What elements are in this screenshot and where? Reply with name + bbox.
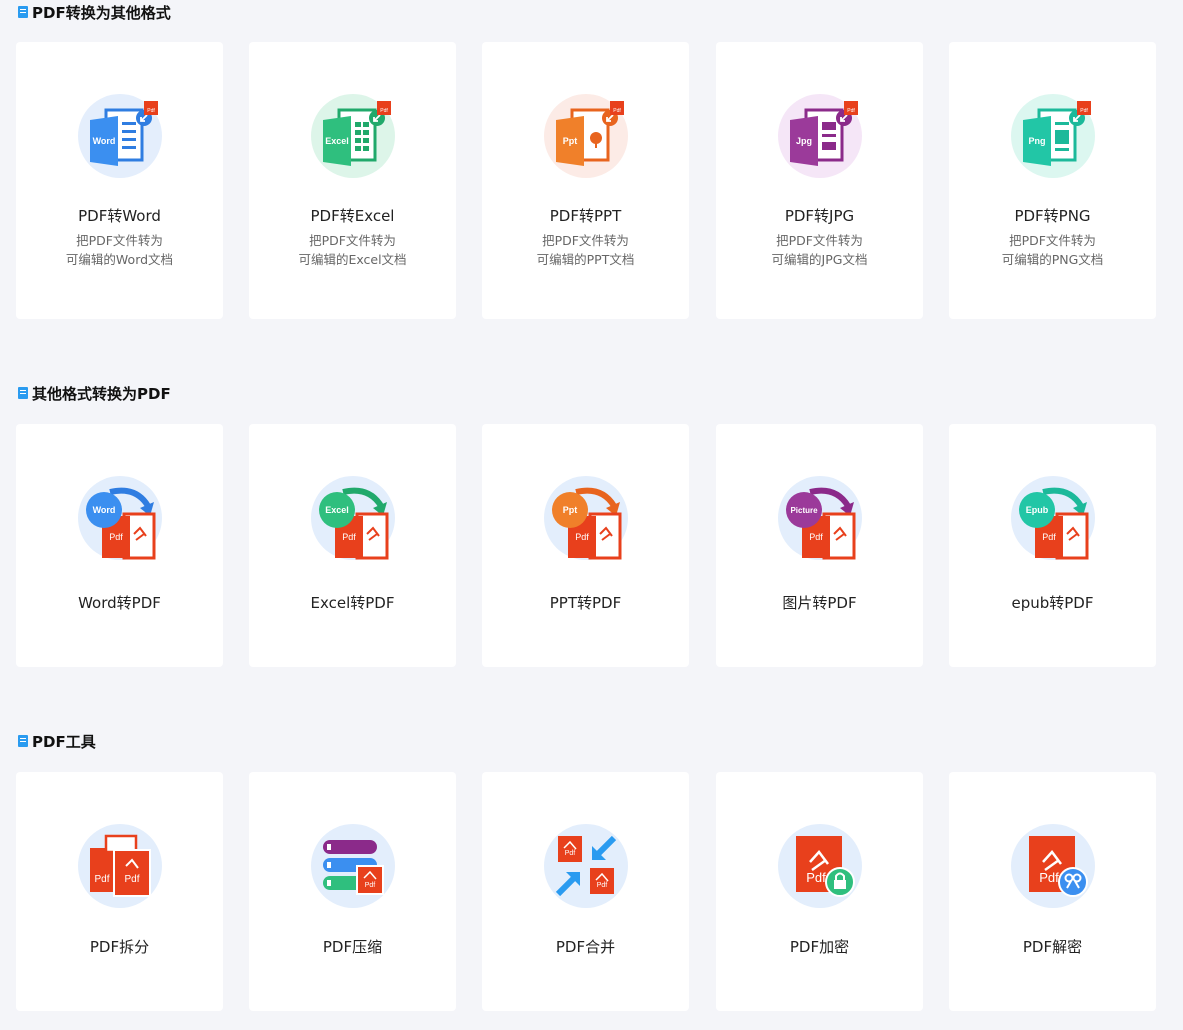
card-pdf-to-ppt[interactable]: Ppt Pdf PDF转PPT 把PDF文件转为 可编辑的PPT文档 <box>482 42 689 319</box>
card-name: PDF转Word <box>78 207 161 225</box>
svg-text:Pdf: Pdf <box>380 108 388 114</box>
card-pdf-split[interactable]: Pdf Pdf PDF拆分 <box>16 772 223 1011</box>
svg-text:Pdf: Pdf <box>1042 532 1056 542</box>
card-name: PDF转PPT <box>549 207 622 225</box>
card-desc: 把PDF文件转为 可编辑的Word文档 <box>65 233 174 267</box>
pdf-to-ppt-icon: Ppt Pdf <box>542 92 630 180</box>
card-name: PDF转JPG <box>784 207 855 225</box>
card-ppt-to-pdf[interactable]: Pdf Ppt PPT转PDF <box>482 424 689 667</box>
card-pdf-to-png[interactable]: Png Pdf PDF转PNG 把PDF文件转为 可编辑的PNG文档 <box>949 42 1156 319</box>
svg-text:Pdf: Pdf <box>109 532 123 542</box>
compress-icon: Pdf <box>309 822 397 910</box>
card-name: Excel转PDF <box>310 594 395 612</box>
epub-to-pdf-icon: Pdf Epub <box>1009 474 1097 562</box>
card-name: Word转PDF <box>78 594 161 612</box>
svg-text:Pdf: Pdf <box>847 108 855 114</box>
card-name: 图片转PDF <box>782 594 857 612</box>
svg-text:Pdf: Pdf <box>597 882 608 889</box>
svg-text:Pdf: Pdf <box>342 532 356 542</box>
svg-text:Ppt: Ppt <box>563 505 578 515</box>
card-name: PDF转PNG <box>1014 207 1091 225</box>
section-title: PDF工具 <box>18 730 96 752</box>
svg-text:Pdf: Pdf <box>147 108 155 114</box>
svg-text:Picture: Picture <box>790 506 818 515</box>
svg-text:Pdf: Pdf <box>1039 870 1059 885</box>
svg-text:Pdf: Pdf <box>365 882 376 889</box>
excel-to-pdf-icon: Pdf Excel <box>309 474 397 562</box>
card-pdf-compress[interactable]: Pdf PDF压缩 <box>249 772 456 1011</box>
card-desc: 把PDF文件转为 可编辑的PPT文档 <box>536 233 635 267</box>
badge-text: Word <box>93 136 116 146</box>
card-epub-to-pdf[interactable]: Pdf Epub epub转PDF <box>949 424 1156 667</box>
pdf-to-excel-icon: Excel Pdf <box>309 92 397 180</box>
svg-text:Excel: Excel <box>325 136 349 146</box>
svg-text:Pdf: Pdf <box>575 532 589 542</box>
svg-text:Ppt: Ppt <box>563 136 578 146</box>
image-to-pdf-icon: Pdf Picture <box>776 474 864 562</box>
card-name: PPT转PDF <box>549 594 622 612</box>
pdf-to-jpg-icon: Jpg Pdf <box>776 92 864 180</box>
card-name: PDF压缩 <box>322 938 383 956</box>
encrypt-icon: Pdf <box>776 822 864 910</box>
card-pdf-to-excel[interactable]: Excel Pdf PDF转Excel 把PDF文件转为 可编辑的Excel文档 <box>249 42 456 319</box>
svg-text:Pdf: Pdf <box>94 874 109 885</box>
card-name: PDF拆分 <box>89 938 150 956</box>
svg-text:Pdf: Pdf <box>809 532 823 542</box>
svg-text:Pdf: Pdf <box>806 870 826 885</box>
card-name: PDF转Excel <box>310 207 395 225</box>
section-title: PDF转换为其他格式 <box>18 1 171 23</box>
section-title: 其他格式转换为PDF <box>18 382 171 404</box>
card-word-to-pdf[interactable]: Pdf Word Word转PDF <box>16 424 223 667</box>
svg-text:Png: Png <box>1029 136 1046 146</box>
document-icon <box>18 735 28 747</box>
card-desc: 把PDF文件转为 可编辑的PNG文档 <box>1001 233 1104 267</box>
card-desc: 把PDF文件转为 可编辑的Excel文档 <box>298 233 407 267</box>
ppt-to-pdf-icon: Pdf Ppt <box>542 474 630 562</box>
document-icon <box>18 6 28 18</box>
card-pdf-to-word[interactable]: Word Pdf PDF转Word 把PDF文件转为 可编辑的Word文档 <box>16 42 223 319</box>
card-name: PDF合并 <box>555 938 616 956</box>
pdf-to-word-icon: Word Pdf <box>76 92 164 180</box>
card-desc: 把PDF文件转为 可编辑的JPG文档 <box>771 233 868 267</box>
card-name: epub转PDF <box>1011 594 1094 612</box>
word-to-pdf-icon: Pdf Word <box>76 474 164 562</box>
document-icon <box>18 387 28 399</box>
svg-text:Epub: Epub <box>1026 505 1049 515</box>
card-pdf-encrypt[interactable]: Pdf PDF加密 <box>716 772 923 1011</box>
card-pdf-to-jpg[interactable]: Jpg Pdf PDF转JPG 把PDF文件转为 可编辑的JPG文档 <box>716 42 923 319</box>
svg-text:Pdf: Pdf <box>565 850 576 857</box>
card-name: PDF解密 <box>1022 938 1083 956</box>
svg-text:Pdf: Pdf <box>124 874 139 885</box>
svg-text:Word: Word <box>93 505 116 515</box>
svg-text:Pdf: Pdf <box>613 108 621 114</box>
card-name: PDF加密 <box>789 938 850 956</box>
svg-text:Pdf: Pdf <box>1080 108 1088 114</box>
card-pdf-decrypt[interactable]: Pdf PDF解密 <box>949 772 1156 1011</box>
card-pdf-merge[interactable]: Pdf Pdf PDF合并 <box>482 772 689 1011</box>
card-excel-to-pdf[interactable]: Pdf Excel Excel转PDF <box>249 424 456 667</box>
pdf-to-png-icon: Png Pdf <box>1009 92 1097 180</box>
merge-icon: Pdf Pdf <box>542 822 630 910</box>
card-image-to-pdf[interactable]: Pdf Picture 图片转PDF <box>716 424 923 667</box>
svg-text:Jpg: Jpg <box>796 136 812 146</box>
svg-text:Excel: Excel <box>325 505 349 515</box>
decrypt-icon: Pdf <box>1009 822 1097 910</box>
split-icon: Pdf Pdf <box>76 822 164 910</box>
